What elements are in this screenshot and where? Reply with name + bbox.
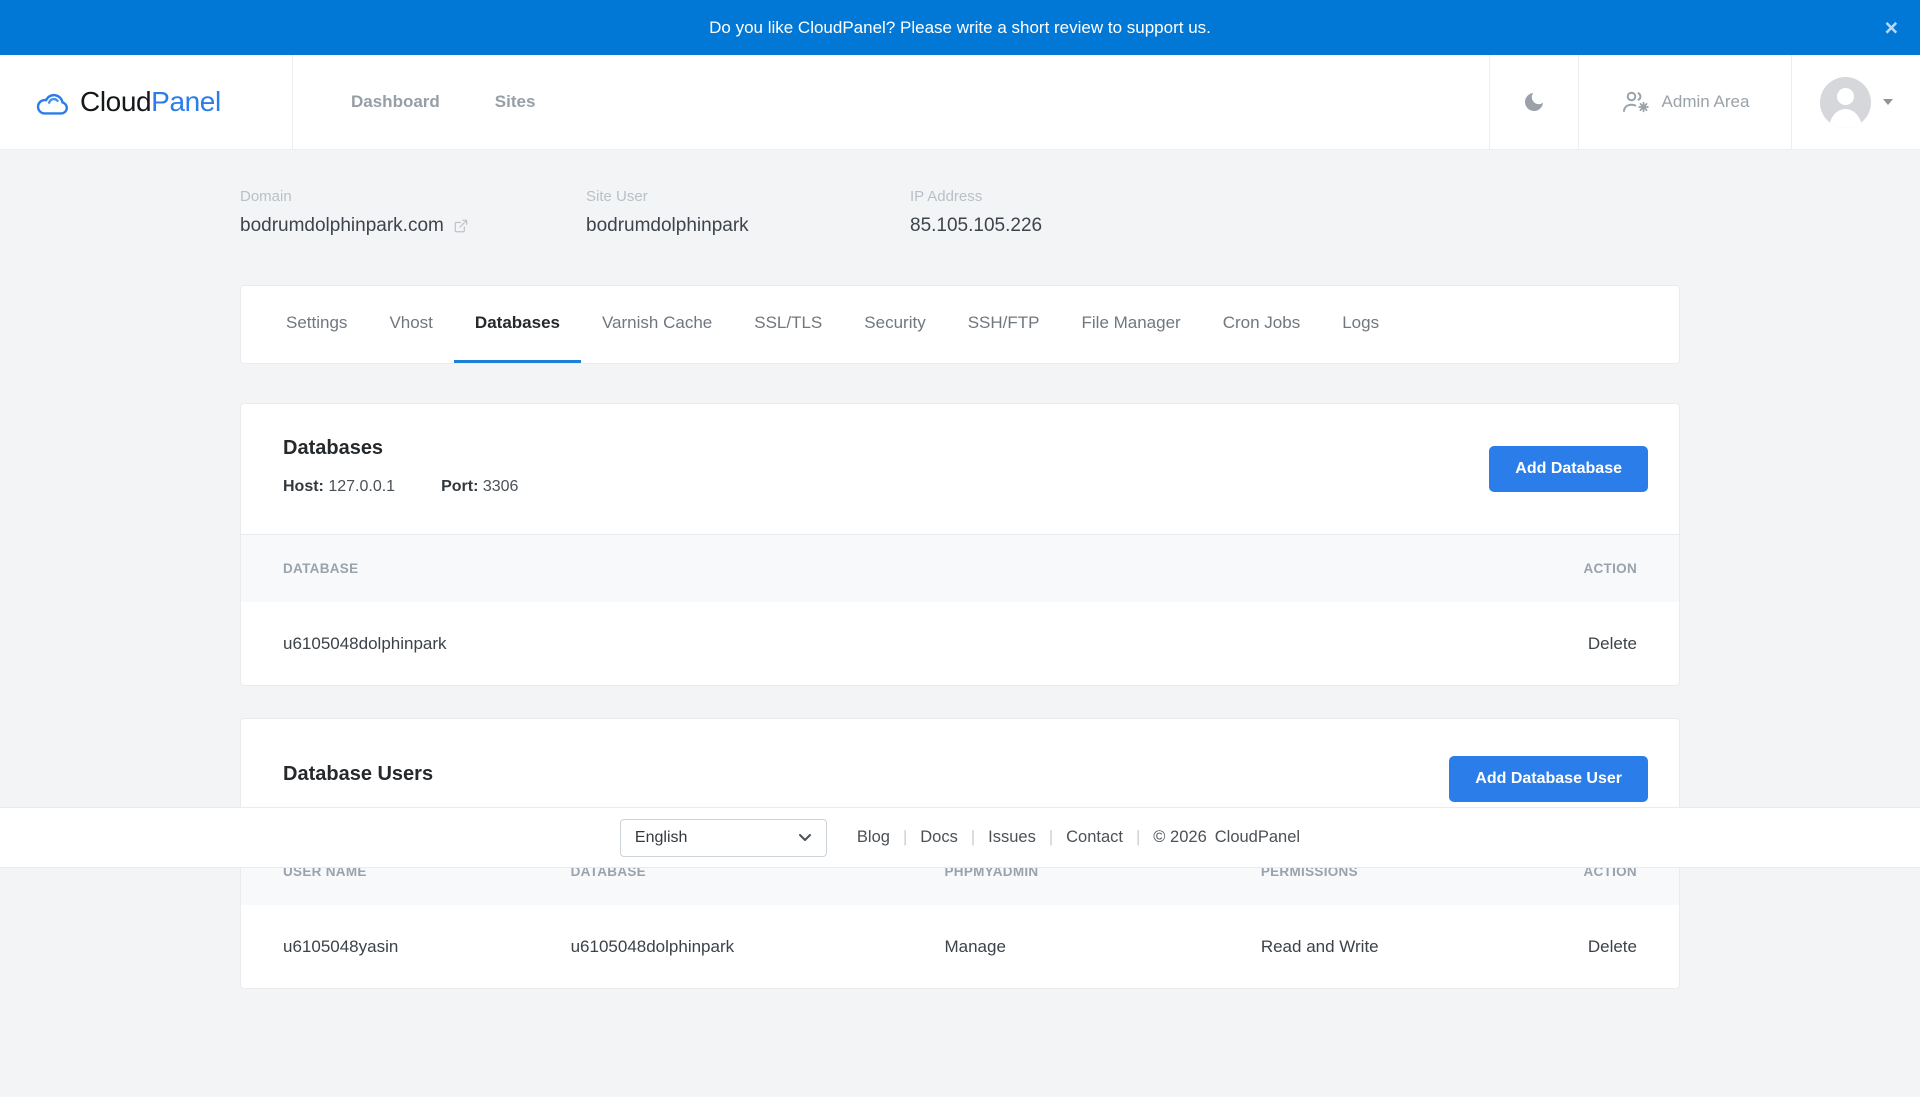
avatar bbox=[1820, 77, 1871, 128]
table-row: u6105048yasin u6105048dolphinpark Manage… bbox=[241, 905, 1679, 988]
logo-wordmark: CloudPanel bbox=[80, 86, 221, 118]
moon-icon bbox=[1522, 90, 1546, 114]
review-banner-message: Do you like CloudPanel? Please write a s… bbox=[709, 18, 1211, 38]
user-name-cell: u6105048yasin bbox=[241, 937, 529, 957]
footer-separator: | bbox=[1049, 828, 1053, 847]
tab-ssh-ftp[interactable]: SSH/FTP bbox=[947, 286, 1061, 363]
cloud-icon bbox=[36, 89, 70, 116]
tab-security[interactable]: Security bbox=[843, 286, 946, 363]
tab-databases[interactable]: Databases bbox=[454, 286, 581, 363]
copyright-brand: CloudPanel bbox=[1215, 828, 1300, 847]
tab-cron-jobs[interactable]: Cron Jobs bbox=[1202, 286, 1321, 363]
main-nav: Dashboard Sites bbox=[293, 55, 535, 149]
col-database: DATABASE bbox=[241, 561, 1459, 576]
domain-value: bodrumdolphinpark.com bbox=[240, 215, 444, 237]
tab-file-manager[interactable]: File Manager bbox=[1061, 286, 1202, 363]
delete-database-user-link[interactable]: Delete bbox=[1535, 937, 1679, 957]
ip-label: IP Address bbox=[910, 188, 1042, 205]
footer-link-issues[interactable]: Issues bbox=[988, 828, 1036, 847]
language-select[interactable]: English bbox=[620, 819, 827, 857]
nav-dashboard[interactable]: Dashboard bbox=[351, 92, 440, 112]
copyright-year: © 2026 bbox=[1153, 828, 1206, 847]
site-info-bar: Domain bodrumdolphinpark.com Site User b… bbox=[240, 150, 1680, 237]
avatar-body-shape bbox=[1829, 109, 1862, 128]
footer-link-docs[interactable]: Docs bbox=[920, 828, 958, 847]
close-icon[interactable]: × bbox=[1885, 16, 1898, 39]
port-value: 3306 bbox=[483, 478, 519, 495]
app-header: CloudPanel Dashboard Sites bbox=[0, 55, 1920, 150]
language-selected-value: English bbox=[635, 829, 687, 847]
footer-link-blog[interactable]: Blog bbox=[857, 828, 890, 847]
tab-logs[interactable]: Logs bbox=[1321, 286, 1400, 363]
tab-vhost[interactable]: Vhost bbox=[368, 286, 453, 363]
external-link-icon[interactable] bbox=[453, 218, 469, 234]
domain-info: Domain bodrumdolphinpark.com bbox=[240, 188, 586, 237]
col-action: ACTION bbox=[1459, 561, 1679, 576]
permissions-cell: Read and Write bbox=[1219, 937, 1535, 957]
footer-link-contact[interactable]: Contact bbox=[1066, 828, 1123, 847]
add-database-user-button[interactable]: Add Database User bbox=[1449, 756, 1648, 802]
user-database-cell: u6105048dolphinpark bbox=[529, 937, 903, 957]
port-label: Port: bbox=[441, 478, 478, 495]
host-label: Host: bbox=[283, 478, 324, 495]
ip-info: IP Address 85.105.105.226 bbox=[910, 188, 1042, 237]
copyright: © 2026 CloudPanel bbox=[1153, 828, 1300, 847]
site-user-label: Site User bbox=[586, 188, 910, 205]
cloudpanel-logo[interactable]: CloudPanel bbox=[0, 55, 293, 149]
avatar-head-shape bbox=[1837, 88, 1854, 105]
footer-separator: | bbox=[971, 828, 975, 847]
host-value: 127.0.0.1 bbox=[328, 478, 395, 495]
database-name-cell: u6105048dolphinpark bbox=[241, 634, 1459, 654]
dark-mode-toggle[interactable] bbox=[1489, 55, 1578, 149]
delete-database-link[interactable]: Delete bbox=[1459, 634, 1679, 654]
chevron-down-icon bbox=[1883, 99, 1893, 105]
phpmyadmin-manage-link[interactable]: Manage bbox=[902, 937, 1218, 957]
tab-settings[interactable]: Settings bbox=[265, 286, 368, 363]
databases-title: Databases bbox=[283, 437, 1637, 460]
site-user-info: Site User bodrumdolphinpark bbox=[586, 188, 910, 237]
chevron-down-icon bbox=[798, 833, 812, 842]
domain-label: Domain bbox=[240, 188, 586, 205]
tab-varnish-cache[interactable]: Varnish Cache bbox=[581, 286, 733, 363]
admin-area-button[interactable]: Admin Area bbox=[1578, 55, 1791, 149]
review-banner: Do you like CloudPanel? Please write a s… bbox=[0, 0, 1920, 55]
table-row: u6105048dolphinpark Delete bbox=[241, 602, 1679, 685]
user-menu[interactable] bbox=[1791, 55, 1920, 149]
databases-card: Databases Host: 127.0.0.1 Port: 3306 Add… bbox=[240, 403, 1680, 686]
site-user-value: bodrumdolphinpark bbox=[586, 215, 749, 237]
header-right-controls: Admin Area bbox=[1489, 55, 1920, 149]
database-users-title: Database Users bbox=[283, 763, 1637, 786]
footer-separator: | bbox=[1136, 828, 1140, 847]
add-database-button[interactable]: Add Database bbox=[1489, 446, 1648, 492]
app-footer: English Blog | Docs | Issues | Contact |… bbox=[0, 807, 1920, 868]
site-tabs: Settings Vhost Databases Varnish Cache S… bbox=[240, 285, 1680, 364]
logo-panel-text: Panel bbox=[151, 86, 221, 117]
footer-links: Blog | Docs | Issues | Contact | © 2026 … bbox=[857, 828, 1300, 847]
users-gear-icon bbox=[1621, 90, 1651, 114]
tab-ssl-tls[interactable]: SSL/TLS bbox=[733, 286, 843, 363]
ip-value: 85.105.105.226 bbox=[910, 215, 1042, 237]
footer-separator: | bbox=[903, 828, 907, 847]
admin-area-label: Admin Area bbox=[1662, 92, 1750, 112]
databases-table-header: DATABASE ACTION bbox=[241, 534, 1679, 602]
nav-sites[interactable]: Sites bbox=[495, 92, 536, 112]
logo-cloud-text: Cloud bbox=[80, 86, 151, 117]
